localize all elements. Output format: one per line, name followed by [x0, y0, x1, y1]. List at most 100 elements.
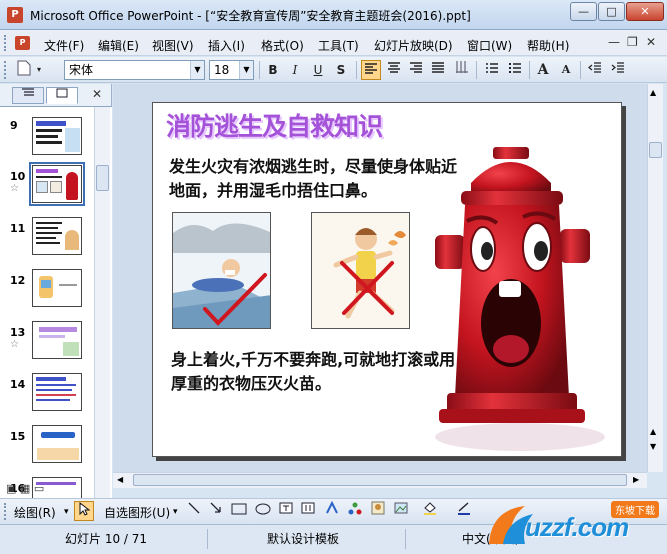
scroll-up-icon[interactable]: ▲	[650, 88, 656, 97]
rectangle-tool-icon[interactable]	[229, 501, 249, 521]
doc-restore-button[interactable]: ❐	[627, 35, 638, 49]
crawl-escape-image[interactable]	[172, 212, 271, 329]
slide-thumbnail-13[interactable]	[32, 321, 82, 359]
thumbnail-list: 9 10 ☆ 11 12 13 ☆ 14 15 16	[0, 106, 112, 498]
minimize-button[interactable]: —	[570, 2, 597, 21]
wordart-icon[interactable]	[322, 500, 342, 521]
thumb-number: 12	[10, 274, 26, 287]
new-document-icon[interactable]	[14, 60, 34, 80]
document-icon[interactable]: P	[15, 36, 30, 50]
scroll-left-icon[interactable]: ◀	[117, 475, 123, 484]
font-size-select[interactable]: 18 ▼	[209, 60, 254, 80]
fill-color-icon[interactable]	[420, 501, 440, 521]
distribute-icon[interactable]	[428, 60, 448, 80]
italic-button[interactable]: I	[285, 60, 305, 80]
slides-icon	[56, 88, 68, 98]
chevron-down-icon[interactable]: ▾	[64, 507, 69, 517]
diagram-icon[interactable]	[345, 501, 365, 521]
slide-thumbnail-14[interactable]	[32, 373, 82, 411]
powerpoint-icon: P	[7, 7, 23, 23]
toolbar-grip[interactable]	[4, 503, 7, 520]
bullet-list-icon[interactable]	[505, 60, 525, 80]
select-pointer-icon[interactable]	[74, 501, 94, 521]
oval-tool-icon[interactable]	[253, 501, 273, 521]
menu-insert[interactable]: 插入(I)	[208, 37, 245, 54]
slideshow-icon[interactable]: ▭	[34, 482, 44, 495]
menu-format[interactable]: 格式(O)	[261, 37, 304, 54]
doc-minimize-button[interactable]: —	[608, 35, 620, 49]
doc-close-button[interactable]: ✕	[646, 35, 656, 49]
close-icon[interactable]: ✕	[92, 87, 102, 101]
column-icon[interactable]	[452, 60, 472, 80]
menu-tools[interactable]: 工具(T)	[318, 37, 359, 54]
menu-grip[interactable]	[4, 35, 7, 51]
slide-thumbnail-10[interactable]	[29, 162, 85, 206]
slide-thumbnail-12[interactable]	[32, 269, 82, 307]
underline-button[interactable]: U	[308, 60, 328, 80]
menu-help[interactable]: 帮助(H)	[527, 37, 569, 54]
slides-tab[interactable]	[46, 87, 78, 104]
scroll-right-icon[interactable]: ▶	[633, 475, 639, 484]
running-boy-image[interactable]	[311, 212, 410, 329]
line-tool-icon[interactable]	[184, 501, 204, 521]
slide-horizontal-scrollbar[interactable]: ◀ ▶	[113, 472, 647, 488]
slides-panel: ✕ 9 10 ☆ 11 12 13 ☆ 14 15 16	[0, 84, 112, 498]
slide-vertical-scrollbar[interactable]: ▲ ▲ ▼	[647, 84, 663, 472]
numbered-list-icon[interactable]	[482, 60, 502, 80]
align-left-icon[interactable]	[361, 60, 381, 80]
toolbar-grip[interactable]	[4, 61, 7, 79]
chevron-down-icon[interactable]: ▾	[173, 507, 178, 517]
clipart-icon[interactable]	[368, 501, 388, 521]
menu-window[interactable]: 窗口(W)	[467, 37, 512, 54]
font-name-value: 宋体	[69, 63, 94, 77]
transition-star-icon: ☆	[10, 339, 19, 350]
decrease-font-button[interactable]: A	[556, 60, 576, 80]
menu-slideshow[interactable]: 幻灯片放映(D)	[374, 37, 453, 54]
normal-view-icon[interactable]: ▣	[6, 482, 16, 495]
close-button[interactable]: ✕	[626, 2, 664, 21]
status-divider	[405, 529, 406, 549]
font-name-select[interactable]: 宋体 ▼	[64, 60, 205, 80]
shadow-button[interactable]: S	[331, 60, 351, 80]
chevron-down-icon[interactable]: ▼	[190, 61, 204, 79]
align-center-icon[interactable]	[384, 60, 404, 80]
thumbnail-scrollbar[interactable]	[94, 107, 110, 498]
maximize-button[interactable]: □	[598, 2, 625, 21]
slide-thumbnail-11[interactable]	[32, 217, 82, 255]
menu-file[interactable]: 文件(F)	[44, 37, 84, 54]
slide-position: 幻灯片 10 / 71	[65, 532, 148, 546]
scroll-thumb[interactable]	[96, 165, 109, 191]
decrease-indent-icon[interactable]	[585, 60, 605, 80]
slide-sorter-icon[interactable]: ▦	[20, 482, 30, 495]
autoshapes-menu-button[interactable]: 自选图形(U)	[104, 504, 170, 521]
menu-view[interactable]: 视图(V)	[152, 37, 194, 54]
slide-title[interactable]: 消防逃生及自救知识	[166, 107, 383, 143]
chevron-down-icon[interactable]: ▼	[239, 61, 253, 79]
line-color-icon[interactable]	[454, 501, 474, 521]
increase-indent-icon[interactable]	[608, 60, 628, 80]
new-dropdown-icon[interactable]: ▾	[34, 60, 44, 80]
draw-menu-button[interactable]: 绘图(R)	[14, 504, 56, 521]
slide-text-fire[interactable]: 身上着火,千万不要奔跑,可就地打滚或用厚重的衣物压灭火苗。	[171, 348, 461, 396]
insert-picture-icon[interactable]	[391, 501, 411, 521]
status-divider	[207, 529, 208, 549]
slide-thumbnail-9[interactable]	[32, 117, 82, 155]
outline-tab[interactable]	[12, 87, 44, 104]
bold-button[interactable]: B	[263, 60, 283, 80]
vertical-textbox-icon[interactable]	[298, 501, 318, 521]
next-slide-icon[interactable]: ▼	[650, 442, 656, 451]
fire-hydrant-image[interactable]	[425, 147, 621, 456]
scroll-thumb[interactable]	[649, 142, 662, 158]
toolbar-divider	[476, 61, 477, 79]
scroll-thumb[interactable]	[133, 474, 627, 486]
current-slide[interactable]: 消防逃生及自救知识 发生火灾有浓烟逃生时，尽量使身体贴近地面，并用湿毛巾捂住口鼻…	[152, 102, 622, 457]
thumb-number: 9	[10, 119, 18, 132]
textbox-tool-icon[interactable]	[276, 501, 296, 521]
slide-text-smoke[interactable]: 发生火灾有浓烟逃生时，尽量使身体贴近地面，并用湿毛巾捂住口鼻。	[169, 155, 459, 203]
slide-thumbnail-15[interactable]	[32, 425, 82, 463]
increase-font-button[interactable]: A	[533, 60, 553, 80]
align-right-icon[interactable]	[406, 60, 426, 80]
menu-edit[interactable]: 编辑(E)	[98, 37, 139, 54]
arrow-tool-icon[interactable]	[206, 501, 226, 521]
previous-slide-icon[interactable]: ▲	[650, 427, 656, 436]
